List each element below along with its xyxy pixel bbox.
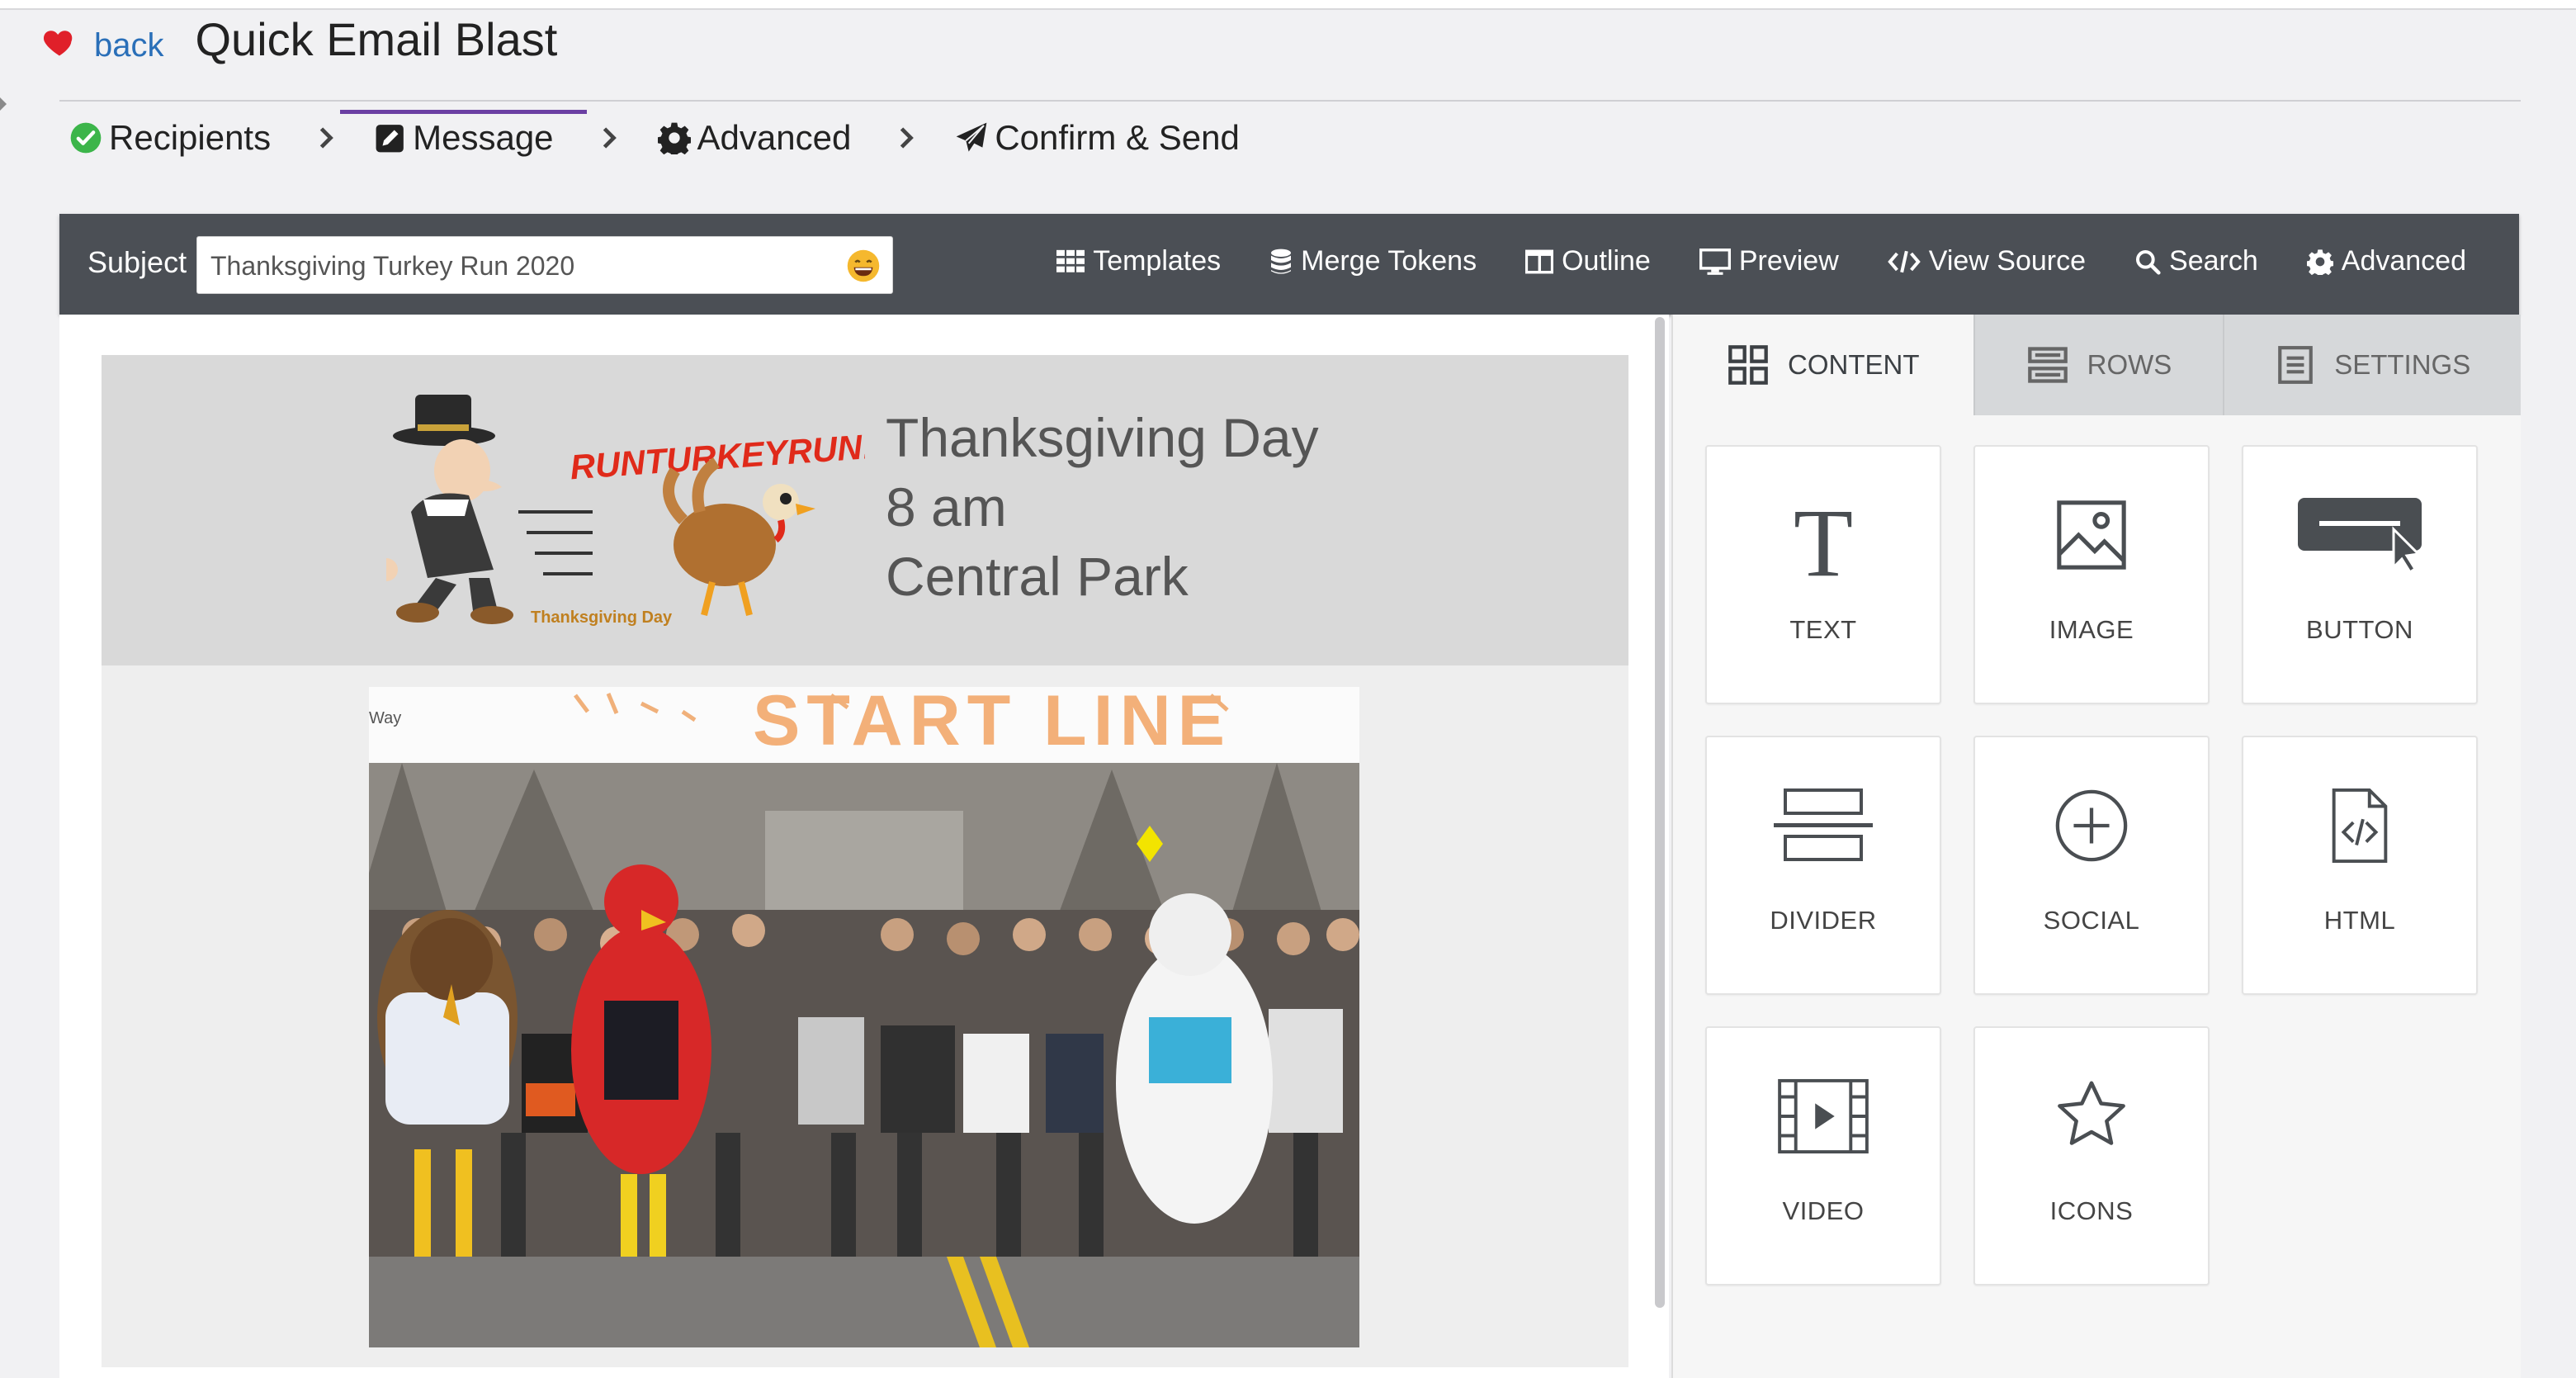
text-icon: T — [1794, 496, 1853, 587]
image-icon — [2057, 500, 2126, 570]
social-icon — [2055, 789, 2128, 862]
block-divider[interactable]: DIVIDER — [1705, 736, 1941, 995]
header-divider — [59, 100, 2521, 102]
outline-icon — [1525, 249, 1554, 273]
edit-icon — [376, 125, 404, 153]
outline-button[interactable]: Outline — [1525, 245, 1651, 277]
tool-label: Outline — [1562, 245, 1651, 277]
heart-icon[interactable] — [41, 24, 78, 60]
chevron-right-icon — [600, 125, 618, 150]
subject-label: Subject — [87, 245, 187, 279]
database-icon — [1271, 249, 1292, 274]
event-line: 8 am — [886, 476, 1007, 537]
block-html[interactable]: HTML — [2242, 736, 2478, 995]
svg-text:T: T — [1794, 496, 1853, 587]
step-recipients[interactable]: Recipients — [69, 118, 271, 158]
preview-button[interactable]: Preview — [1699, 245, 1839, 277]
step-confirm-send[interactable]: Confirm & Send — [955, 118, 1240, 158]
subject-field[interactable] — [196, 236, 893, 295]
step-label: Confirm & Send — [995, 118, 1240, 157]
logo-title-text: RUNTURKEYRUN! — [569, 427, 865, 487]
block-label: DIVIDER — [1770, 906, 1877, 935]
toolbar-actions: Templates Merge Tokens Outline Preview V… — [1008, 245, 2466, 277]
collapse-caret-icon[interactable] — [0, 97, 7, 111]
back-link[interactable]: back — [94, 27, 164, 64]
rows-icon — [2027, 347, 2068, 383]
event-line: Central Park — [886, 546, 1189, 607]
chevron-right-icon — [317, 125, 335, 150]
block-label: TEXT — [1789, 615, 1857, 644]
event-details[interactable]: Thanksgiving Day 8 am Central Park — [886, 403, 1319, 611]
code-icon — [1887, 250, 1921, 272]
block-label: HTML — [2323, 906, 2396, 935]
advanced-button[interactable]: Advanced — [2306, 245, 2466, 277]
block-video[interactable]: VIDEO — [1705, 1026, 1941, 1286]
html-icon — [2332, 788, 2388, 864]
block-social[interactable]: SOCIAL — [1973, 736, 2210, 995]
page-header: back Quick Email Blast — [41, 13, 557, 71]
step-advanced[interactable]: Advanced — [657, 118, 852, 158]
panel-tabs: CONTENT ROWS SETTINGS — [1673, 315, 2521, 415]
search-icon — [2136, 249, 2161, 275]
gear-icon — [657, 122, 691, 154]
editor-toolbar: Subject Templates Merge Tokens Outline P… — [59, 214, 2519, 315]
block-image[interactable]: IMAGE — [1973, 445, 2210, 704]
block-label: VIDEO — [1782, 1196, 1865, 1225]
templates-button[interactable]: Templates — [1056, 245, 1221, 277]
step-label: Advanced — [697, 118, 852, 157]
tab-label: CONTENT — [1788, 349, 1920, 380]
wizard-steps: Recipients Message Advanced Confirm & Se… — [69, 109, 1240, 167]
view-source-button[interactable]: View Source — [1887, 245, 2087, 277]
chevron-right-icon — [897, 125, 915, 150]
block-icons[interactable]: ICONS — [1973, 1026, 2210, 1286]
logo-subtext: Thanksgiving Day — [531, 608, 673, 627]
monitor-icon — [1699, 248, 1731, 275]
tool-label: Templates — [1093, 245, 1222, 277]
tab-label: ROWS — [2087, 349, 2172, 380]
tab-label: SETTINGS — [2334, 349, 2471, 380]
subject-input[interactable] — [209, 237, 823, 295]
settings-icon — [2278, 346, 2314, 384]
button-icon — [2298, 498, 2422, 574]
block-text[interactable]: T TEXT — [1705, 445, 1941, 704]
tab-rows[interactable]: ROWS — [1973, 315, 2224, 415]
star-icon — [2058, 1081, 2125, 1145]
grid-icon — [1056, 249, 1085, 272]
tool-label: View Source — [1928, 245, 2087, 277]
block-label: SOCIAL — [2043, 906, 2140, 935]
emoji-picker-icon[interactable] — [846, 249, 881, 283]
tab-settings[interactable]: SETTINGS — [2223, 315, 2521, 415]
tool-label: Merge Tokens — [1301, 245, 1477, 277]
divider-icon — [1774, 788, 1873, 861]
merge-tokens-button[interactable]: Merge Tokens — [1269, 245, 1477, 277]
banner-text: START LINE — [753, 687, 1231, 760]
page-title: Quick Email Blast — [195, 12, 558, 65]
event-line: Thanksgiving Day — [886, 407, 1319, 468]
tool-label: Preview — [1738, 245, 1839, 277]
step-label: Message — [413, 118, 554, 157]
block-label: ICONS — [2049, 1196, 2134, 1225]
block-label: BUTTON — [2306, 615, 2413, 644]
step-label: Recipients — [109, 118, 272, 157]
tool-label: Advanced — [2341, 245, 2466, 277]
tool-label: Search — [2169, 245, 2258, 277]
window-top-edge — [0, 0, 2576, 10]
step-message[interactable]: Message — [340, 110, 588, 158]
video-icon — [1778, 1078, 1869, 1154]
run-turkey-run-logo[interactable]: RUNTURKEYRUN! Thanksgiving Day — [386, 388, 865, 636]
canvas-scrollbar[interactable] — [1655, 317, 1665, 1308]
sign-text: Way — [369, 709, 401, 727]
block-label: IMAGE — [2049, 615, 2134, 644]
block-button[interactable]: BUTTON — [2242, 445, 2478, 704]
gear-icon — [2306, 249, 2333, 275]
grid-icon — [1728, 345, 1768, 385]
tab-content[interactable]: CONTENT — [1673, 315, 1973, 415]
email-header-row[interactable]: RUNTURKEYRUN! Thanksgiving Day Thanksgiv… — [102, 355, 1628, 665]
race-start-photo[interactable]: START LINE Way — [369, 687, 1359, 1347]
check-circle-icon — [70, 122, 102, 154]
search-button[interactable]: Search — [2134, 245, 2258, 277]
paper-plane-icon — [957, 122, 987, 152]
